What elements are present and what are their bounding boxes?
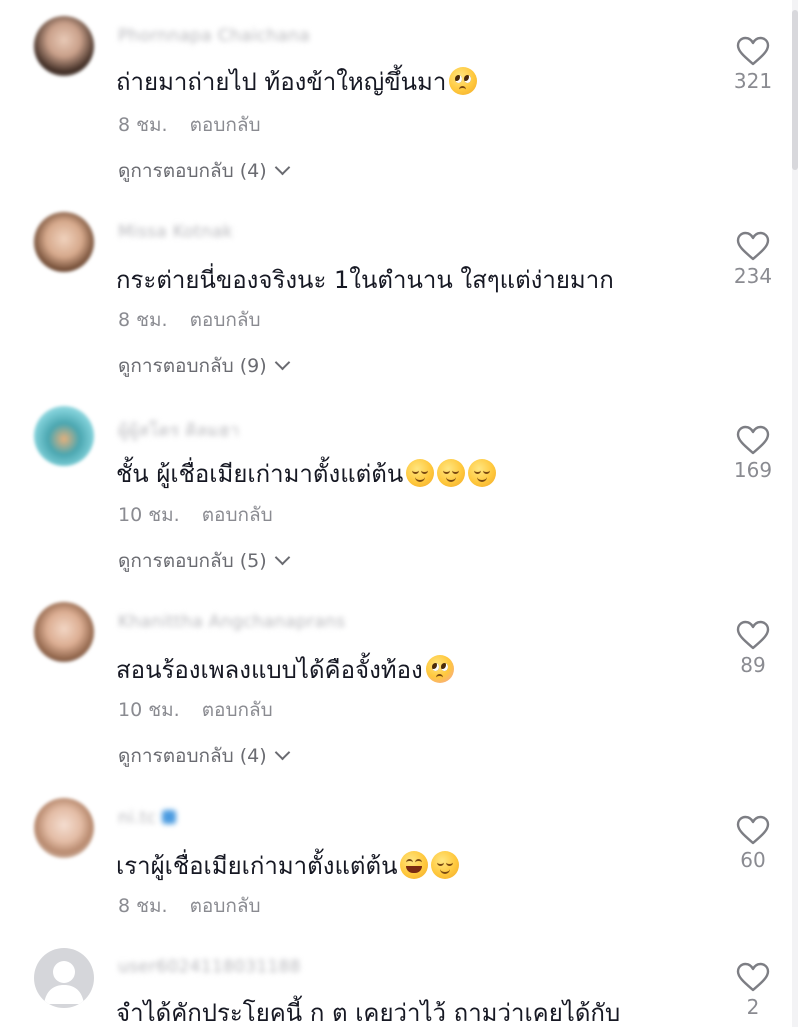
comment-meta: 8 ชม. ตอบกลับ [118, 110, 261, 140]
flushed-face-emoji [425, 655, 454, 683]
heart-outline-icon [736, 36, 770, 66]
chevron-down-icon [274, 159, 290, 176]
relieved-face-emoji [437, 459, 466, 487]
comment-meta: 10 ชม. ตอบกลับ [118, 500, 273, 530]
comment-text: เราผู้เชื่อเมียเก่ามาตั้งแต่ต้น [116, 846, 460, 885]
view-replies-label: ดูการตอบกลับ (5) [118, 550, 267, 572]
like-count: 2 [746, 995, 760, 1019]
heart-outline-icon [736, 231, 770, 261]
view-replies-button[interactable]: ดูการตอบกลับ (4) [118, 741, 290, 771]
user-silhouette-icon [44, 961, 84, 1004]
avatar[interactable] [34, 406, 94, 466]
tears-of-joy-emoji [400, 851, 429, 879]
reply-button[interactable]: ตอบกลับ [202, 504, 273, 526]
like-button[interactable]: 89 [720, 620, 786, 677]
reply-button[interactable]: ตอบกลับ [190, 114, 261, 136]
relieved-face-emoji [468, 459, 497, 487]
comment-username[interactable]: user6024118031188 [118, 957, 301, 977]
avatar[interactable] [34, 602, 94, 662]
comment-username[interactable]: Khanittha Angchanaprans [118, 612, 345, 632]
comment-text: สอนร้องเพลงแบบได้คือจั้งท้อง [116, 650, 454, 689]
heart-outline-icon [736, 962, 770, 992]
like-count: 234 [733, 264, 773, 288]
comment-username[interactable]: Phornnapa Chaichana [118, 26, 310, 46]
like-count: 321 [733, 69, 773, 93]
comment-username[interactable]: ni.tc [118, 808, 177, 828]
reply-button[interactable]: ตอบกลับ [190, 895, 261, 917]
comment-time: 10 ชม. [118, 699, 180, 721]
chevron-down-icon [274, 354, 290, 371]
comment-meta: 10 ชม. ตอบกลับ [118, 695, 273, 725]
like-count: 89 [740, 653, 766, 677]
comment-text: กระต่ายนี่ของจริงนะ 1ในตำนาน ใสๆแต่ง่ายม… [116, 266, 614, 294]
view-replies-button[interactable]: ดูการตอบกลับ (5) [118, 546, 290, 576]
like-button[interactable]: 234 [720, 231, 786, 288]
avatar[interactable] [34, 212, 94, 272]
comment-time: 8 ชม. [118, 309, 168, 331]
like-button[interactable]: 60 [720, 815, 786, 872]
ribbon-emoji [162, 810, 177, 824]
relieved-face-emoji [431, 851, 460, 879]
comment-username[interactable]: ผู้ผู้สโตร คิลมฮา [118, 417, 240, 444]
view-replies-button[interactable]: ดูการตอบกลับ (4) [118, 156, 290, 186]
view-replies-label: ดูการตอบกลับ (4) [118, 160, 267, 182]
like-button[interactable]: 321 [720, 36, 786, 93]
comment-meta: 8 ชม. ตอบกลับ [118, 305, 261, 335]
relieved-face-emoji [406, 459, 435, 487]
comment-time: 8 ชม. [118, 114, 168, 136]
comment-text: ถ่ายมาถ่ายไป ท้องข้าใหญ่ขึ้นมา [116, 62, 478, 101]
default-avatar[interactable] [34, 948, 94, 1008]
like-count: 169 [733, 458, 773, 482]
heart-outline-icon [736, 815, 770, 845]
comment-text: ชั้น ผู้เชื่อเมียเก่ามาตั้งแต่ต้น [116, 454, 497, 493]
reply-button[interactable]: ตอบกลับ [202, 699, 273, 721]
scrollbar[interactable] [792, 0, 798, 1027]
avatar[interactable] [34, 798, 94, 858]
comment-text: จำได้คักประโยคนี้ ก ต เคยว่าไว้ ถามว่าเค… [116, 999, 621, 1027]
pleading-face-emoji [449, 67, 478, 95]
comment-meta: 8 ชม. ตอบกลับ [118, 891, 261, 921]
heart-outline-icon [736, 425, 770, 455]
view-replies-label: ดูการตอบกลับ (4) [118, 745, 267, 767]
like-button[interactable]: 2 [720, 962, 786, 1019]
view-replies-button[interactable]: ดูการตอบกลับ (9) [118, 351, 290, 381]
scrollbar-thumb[interactable] [792, 10, 798, 170]
like-button[interactable]: 169 [720, 425, 786, 482]
view-replies-label: ดูการตอบกลับ (9) [118, 355, 267, 377]
comment-time: 8 ชม. [118, 895, 168, 917]
like-count: 60 [740, 848, 766, 872]
comment-time: 10 ชม. [118, 504, 180, 526]
chevron-down-icon [274, 744, 290, 761]
comment-username[interactable]: Missa Kotnak [118, 222, 233, 242]
chevron-down-icon [274, 549, 290, 566]
avatar[interactable] [34, 16, 94, 76]
heart-outline-icon [736, 620, 770, 650]
reply-button[interactable]: ตอบกลับ [190, 309, 261, 331]
